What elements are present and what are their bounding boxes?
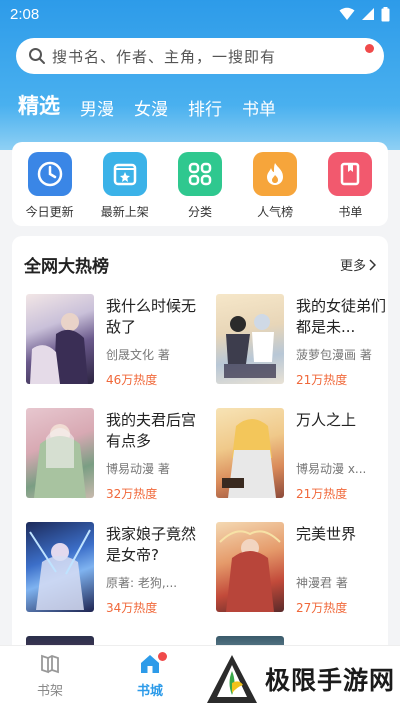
tab-female-comics[interactable]: 女漫 bbox=[134, 95, 168, 120]
status-icons bbox=[339, 6, 390, 22]
tab-booklist[interactable]: 书单 bbox=[242, 95, 276, 120]
book-heat: 27万热度 bbox=[296, 601, 348, 615]
tab-ranking[interactable]: 排行 bbox=[188, 95, 222, 120]
signal-icon bbox=[362, 8, 374, 20]
watermark-text: 极限手游网 bbox=[265, 666, 396, 695]
book-heat: 21万热度 bbox=[296, 373, 348, 387]
bookshelf-icon bbox=[41, 654, 59, 674]
quick-link-category[interactable]: 分类 bbox=[169, 152, 231, 220]
book-author: 博易动漫 x... bbox=[296, 462, 367, 476]
book-item[interactable]: 万人之上 博易动漫 x... 21万热度 bbox=[216, 408, 388, 504]
search-bar[interactable]: 搜书名、作者、主角，一搜即有 bbox=[16, 38, 384, 74]
more-link[interactable]: 更多 bbox=[340, 255, 376, 274]
book-title: 我什么时候无敌了 bbox=[106, 297, 197, 336]
book-title: 万人之上 bbox=[296, 411, 357, 429]
clock-icon bbox=[27, 152, 72, 196]
booklist-icon bbox=[328, 152, 373, 196]
book-author: 博易动漫 著 bbox=[106, 462, 170, 476]
tab-bookshelf[interactable]: 书架 bbox=[20, 652, 80, 699]
search-placeholder: 搜书名、作者、主角，一搜即有 bbox=[52, 47, 277, 66]
book-author: 原著: 老狗,... bbox=[106, 576, 178, 590]
chevron-right-icon bbox=[369, 258, 376, 271]
book-cover bbox=[26, 408, 94, 498]
book-heat: 21万热度 bbox=[296, 487, 348, 501]
book-title: 完美世界 bbox=[296, 525, 357, 543]
book-title: 我的女徒弟们都是未... bbox=[296, 297, 387, 336]
search-badge-dot bbox=[365, 44, 374, 53]
tab-badge-dot bbox=[158, 652, 167, 661]
status-bar: 2:08 bbox=[0, 0, 400, 28]
book-item[interactable]: 完美世界 神漫君 著 27万热度 bbox=[216, 522, 388, 618]
book-author: 创晟文化 著 bbox=[106, 348, 170, 362]
book-item[interactable]: 我家娘子竟然是女帝? 原著: 老狗,... 34万热度 bbox=[26, 522, 201, 618]
book-item[interactable]: 我什么时候无敌了 创晟文化 著 46万热度 bbox=[26, 294, 201, 390]
book-heat: 32万热度 bbox=[106, 487, 158, 501]
tab-male-comics[interactable]: 男漫 bbox=[80, 95, 114, 120]
more-label: 更多 bbox=[339, 259, 366, 274]
quick-link-today-update[interactable]: 今日更新 bbox=[19, 152, 81, 220]
book-cover bbox=[26, 522, 94, 612]
book-item[interactable]: 我的女徒弟们都是未... 菠萝包漫画 著 21万热度 bbox=[216, 294, 388, 390]
quick-link-label: 分类 bbox=[187, 205, 212, 219]
quick-link-label: 最新上架 bbox=[100, 205, 149, 219]
book-author: 菠萝包漫画 著 bbox=[296, 348, 372, 362]
book-cover bbox=[216, 294, 284, 384]
category-icon bbox=[177, 152, 222, 196]
section-title: 全网大热榜 bbox=[24, 257, 109, 277]
wifi-icon bbox=[339, 7, 355, 20]
book-heat: 34万热度 bbox=[106, 601, 158, 615]
tab-bookcity[interactable]: 书城 bbox=[120, 652, 180, 699]
new-shelf-icon bbox=[102, 152, 147, 196]
status-time: 2:08 bbox=[10, 5, 40, 23]
quick-link-label: 今日更新 bbox=[25, 205, 74, 219]
watermark-logo-icon bbox=[207, 655, 257, 703]
search-icon bbox=[29, 48, 45, 64]
tab-label: 书架 bbox=[36, 684, 63, 699]
book-cover bbox=[26, 294, 94, 384]
tab-featured[interactable]: 精选 bbox=[18, 90, 60, 120]
battery-icon bbox=[381, 6, 390, 21]
book-author: 神漫君 著 bbox=[296, 576, 348, 590]
tab-label: 书城 bbox=[136, 684, 163, 699]
book-heat: 46万热度 bbox=[106, 373, 158, 387]
watermark: 极限手游网 bbox=[205, 650, 400, 708]
hot-ranking-card: 全网大热榜 更多 我什么时候无敌了 创晟文化 著 46万热度 我的女徒弟们都是未… bbox=[12, 236, 388, 656]
book-title: 我家娘子竟然是女帝? bbox=[106, 525, 197, 564]
book-cover bbox=[216, 408, 284, 498]
book-title: 我的夫君后宫有点多 bbox=[106, 411, 197, 450]
flame-icon bbox=[253, 152, 298, 196]
book-cover bbox=[216, 522, 284, 612]
quick-link-new-shelf[interactable]: 最新上架 bbox=[94, 152, 156, 220]
quick-links-card: 今日更新 最新上架 分类 人气榜 书单 bbox=[12, 142, 388, 226]
category-tabs: 精选 男漫 女漫 排行 书单 bbox=[18, 90, 276, 120]
quick-link-booklist[interactable]: 书单 bbox=[319, 152, 381, 220]
book-item[interactable]: 我的夫君后宫有点多 博易动漫 著 32万热度 bbox=[26, 408, 201, 504]
quick-link-label: 书单 bbox=[338, 205, 363, 219]
quick-link-popular[interactable]: 人气榜 bbox=[244, 152, 306, 220]
quick-link-label: 人气榜 bbox=[257, 205, 294, 219]
